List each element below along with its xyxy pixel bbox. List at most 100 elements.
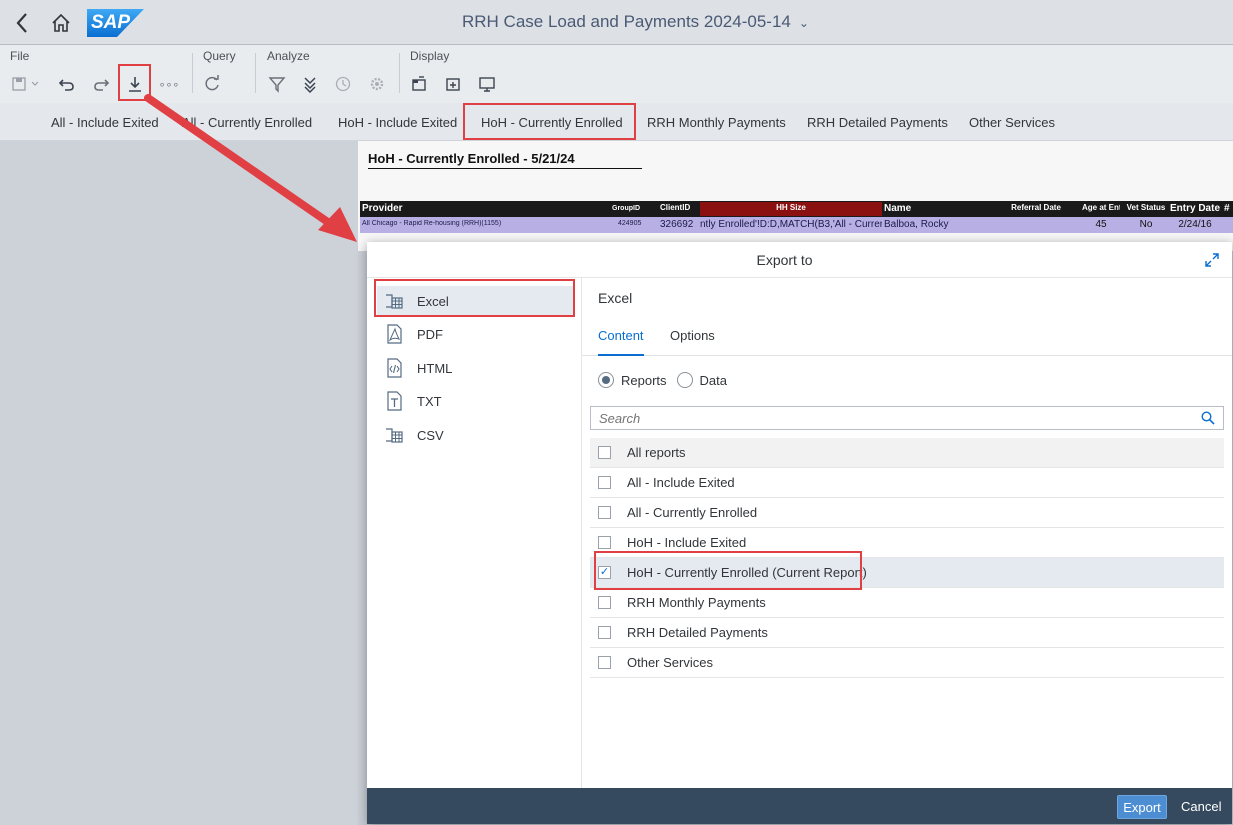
col-vet-status: Vet Status [1126,203,1166,212]
list-item[interactable]: Other Services [590,648,1224,678]
search-icon[interactable] [1201,411,1215,425]
search-input[interactable] [591,407,1181,429]
export-download-icon[interactable] [124,73,146,95]
cell-vet-status: No [1139,219,1153,230]
back-icon[interactable] [12,10,32,36]
checkbox[interactable] [598,506,611,519]
filter-icon[interactable] [266,73,288,95]
format-pdf[interactable]: PDF [377,319,573,349]
report-title: HoH - Currently Enrolled - 5/21/24 [368,151,642,169]
format-html[interactable]: HTML [377,353,573,383]
list-item[interactable]: HoH - Include Exited [590,528,1224,558]
checkbox[interactable] [598,476,611,489]
reports-radio[interactable] [598,372,614,388]
report-checklist: All reports All - Include Exited All - C… [590,438,1224,678]
drill-down-icon[interactable] [299,73,321,95]
export-mode-radios: Reports Data [598,372,727,388]
report-area: HoH - Currently Enrolled - 5/21/24 Provi… [358,141,1233,251]
sap-logo: SAP [87,9,144,37]
list-item-all-reports[interactable]: All reports [590,438,1224,468]
list-item-label: All - Include Exited [627,475,735,490]
list-item-label: RRH Monthly Payments [627,595,766,610]
export-button[interactable]: Export [1117,795,1167,819]
pdf-icon [387,324,402,344]
refresh-icon[interactable] [201,73,223,95]
tab-all-currently-enrolled[interactable]: All - Currently Enrolled [182,115,312,130]
settings-icon[interactable] [366,73,388,95]
left-panel-icon[interactable] [408,73,430,95]
format-excel[interactable]: Excel [377,286,573,316]
tab-hoh-include-exited[interactable]: HoH - Include Exited [338,115,457,130]
format-csv[interactable]: CSV [377,420,573,450]
report-tabs: All - Include Exited All - Currently Enr… [0,103,1233,141]
save-icon[interactable] [10,73,42,95]
report-data-row: All Chicago - Rapid Re-housing (RRH)(115… [360,217,1233,233]
app-title-text: RRH Case Load and Payments 2024-05-14 [462,12,791,31]
cancel-button[interactable]: Cancel [1181,799,1221,814]
display-monitor-icon[interactable] [476,73,498,95]
list-item-label: HoH - Include Exited [627,535,747,550]
format-label: TXT [417,393,442,409]
cell-entry-date: 2/24/16 [1178,219,1212,230]
checkbox[interactable] [598,626,611,639]
tab-rrh-detailed-payments[interactable]: RRH Detailed Payments [807,115,948,130]
expand-icon[interactable] [1204,252,1220,268]
format-label: HTML [417,360,453,376]
content-title: Excel [598,290,633,306]
chevron-down-icon: ⌄ [798,16,809,30]
undo-icon[interactable] [56,73,78,95]
checkbox[interactable] [598,656,611,669]
toolbar-separator [399,53,400,93]
checkbox[interactable] [598,446,611,459]
list-item[interactable]: All - Include Exited [590,468,1224,498]
list-item[interactable]: All - Currently Enrolled [590,498,1224,528]
col-hh-size: HH Size [700,202,882,216]
col-age-at-entry: Age at Entry [1082,203,1120,212]
home-icon[interactable] [50,12,72,34]
cell-hh-size: ntly Enrolled'!D:D,MATCH(B3,'All - Curre… [700,219,882,230]
cell-age: 45 [1095,219,1107,230]
cell-clientid: 326692 [660,219,694,230]
col-groupid: GroupID [612,205,640,212]
list-item-label: HoH - Currently Enrolled (Current Report… [627,565,867,580]
more-icon[interactable]: ∘∘∘ [158,73,180,95]
list-item[interactable]: RRH Detailed Payments [590,618,1224,648]
tab-other-services[interactable]: Other Services [969,115,1055,130]
insert-element-icon[interactable] [442,73,464,95]
tab-hoh-currently-enrolled[interactable]: HoH - Currently Enrolled [465,110,636,136]
format-txt[interactable]: TXT [377,386,573,416]
export-content: Excel Content Options Reports Data All r… [582,278,1232,788]
dialog-title: Export to [756,252,813,268]
list-item-label: All reports [627,445,686,460]
list-item[interactable]: RRH Monthly Payments [590,588,1224,618]
tab-options[interactable]: Options [670,328,715,356]
dialog-header: Export to [367,242,1232,278]
format-label: Excel [417,293,449,309]
tab-rrh-monthly-payments[interactable]: RRH Monthly Payments [647,115,786,130]
app-title[interactable]: RRH Case Load and Payments 2024-05-14 ⌄ [462,12,809,32]
format-list: Excel PDF HTML TXT CSV [367,278,582,788]
html-icon [387,358,402,378]
checkbox-checked[interactable]: ✓ [598,566,611,579]
export-dialog: Export to Excel PDF HTML TXT CSV Excel C… [367,242,1232,824]
tab-all-include-exited[interactable]: All - Include Exited [51,115,159,130]
toolbar-separator [192,53,193,93]
query-group-label: Query [203,49,236,63]
csv-icon [386,428,403,443]
excel-icon [386,294,403,309]
history-icon[interactable] [332,73,354,95]
checkbox[interactable] [598,596,611,609]
col-clientid: ClientID [660,203,691,212]
redo-icon[interactable] [90,73,112,95]
data-radio[interactable] [676,372,693,388]
list-item-current-report[interactable]: ✓ HoH - Currently Enrolled (Current Repor… [590,558,1224,588]
checkbox[interactable] [598,536,611,549]
cell-name: Balboa, Rocky [884,219,949,230]
cell-provider: All Chicago - Rapid Re-housing (RRH)(115… [362,220,502,227]
reports-radio-label: Reports [621,372,667,388]
col-extra: # [1224,203,1230,214]
list-item-label: All - Currently Enrolled [627,505,758,520]
search-box [590,406,1224,430]
tab-content[interactable]: Content [598,328,644,356]
col-name: Name [884,203,912,214]
